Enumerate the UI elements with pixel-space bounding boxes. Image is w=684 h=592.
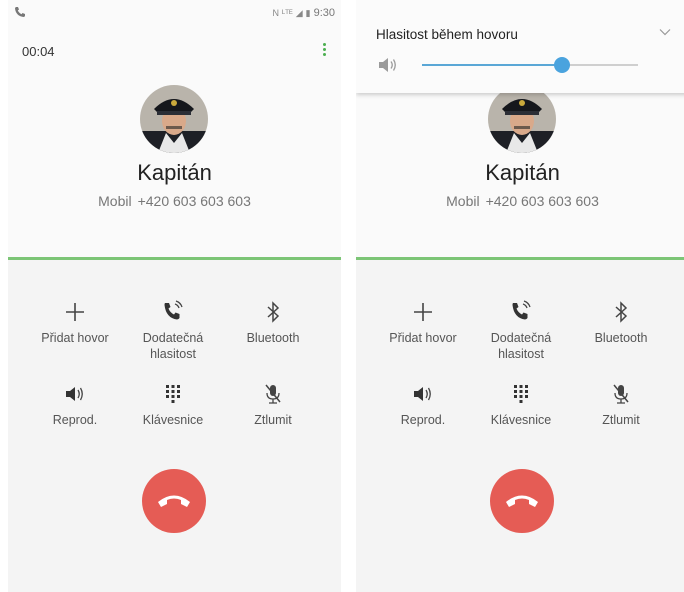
end-call-button[interactable] [142, 469, 206, 533]
mute-label: Ztlumit [602, 413, 640, 427]
status-bar: N ᴸᵀᴱ ◢ ▮ 9:30 [8, 0, 341, 20]
lte-icon: ᴸᵀᴱ [281, 8, 293, 18]
extra-volume-label: Dodatečná hlasitost [490, 331, 552, 361]
hang-up-icon [158, 495, 190, 507]
speaker-icon [66, 387, 83, 401]
volume-panel-title: Hlasitost během hovoru [376, 27, 518, 42]
status-time: 9:30 [313, 7, 335, 19]
add-call-button[interactable]: Přidat hovor [30, 298, 120, 346]
bluetooth-icon [267, 301, 280, 323]
call-screen-left: N ᴸᵀᴱ ◢ ▮ 9:30 00:04 Kapitán Mobil +420 6… [8, 0, 341, 592]
contact-avatar [488, 85, 556, 153]
bluetooth-button[interactable]: Bluetooth [576, 298, 666, 346]
status-icons: N ᴸᵀᴱ ◢ ▮ 9:30 [272, 7, 335, 19]
hang-up-icon [506, 495, 538, 507]
divider-line [356, 257, 684, 260]
number-type-label: Mobil [98, 193, 132, 209]
bluetooth-label: Bluetooth [246, 331, 300, 345]
bluetooth-button[interactable]: Bluetooth [228, 298, 318, 346]
signal-icon: ◢ [295, 7, 303, 18]
call-screen-right: Kapitán Mobil +420 603 603 603 Přidat hov… [356, 0, 684, 592]
keypad-icon [514, 385, 528, 403]
contact-name: Kapitán [485, 160, 560, 185]
contact-number-row: Mobil +420 603 603 603 [356, 193, 684, 209]
add-call-label: Přidat hovor [389, 331, 457, 345]
mute-button[interactable]: Ztlumit [576, 380, 666, 428]
call-timer: 00:04 [22, 44, 55, 59]
speaker-button[interactable]: Reprod. [378, 380, 468, 428]
keypad-label: Klávesnice [142, 413, 204, 427]
volume-slider-thumb[interactable] [554, 57, 571, 73]
microphone-off-icon [265, 384, 281, 404]
plus-icon [414, 303, 432, 321]
nfc-icon: N [272, 8, 279, 18]
keypad-icon [166, 385, 180, 403]
speaker-icon [414, 387, 431, 401]
end-call-button[interactable] [490, 469, 554, 533]
phone-volume-icon [512, 300, 531, 320]
speaker-label: Reprod. [400, 413, 446, 427]
add-call-label: Přidat hovor [41, 331, 109, 345]
bluetooth-label: Bluetooth [594, 331, 648, 345]
chevron-down-icon[interactable] [659, 28, 671, 36]
speaker-button[interactable]: Reprod. [30, 380, 120, 428]
extra-volume-label: Dodatečná hlasitost [142, 331, 204, 361]
keypad-button[interactable]: Klávesnice [476, 380, 566, 428]
divider-line [8, 257, 341, 260]
mute-label: Ztlumit [254, 413, 292, 427]
extra-volume-button[interactable]: Dodatečná hlasitost [476, 298, 566, 362]
extra-volume-button[interactable]: Dodatečná hlasitost [128, 298, 218, 362]
microphone-off-icon [613, 384, 629, 404]
phone-number: +420 603 603 603 [137, 193, 251, 209]
contact-avatar [140, 85, 208, 153]
keypad-label: Klávesnice [490, 413, 552, 427]
volume-slider-track[interactable] [422, 57, 638, 73]
contact-name: Kapitán [137, 160, 212, 185]
contact-number-row: Mobil +420 603 603 603 [8, 193, 341, 209]
phone-volume-icon [164, 300, 183, 320]
keypad-button[interactable]: Klávesnice [128, 380, 218, 428]
mute-button[interactable]: Ztlumit [228, 380, 318, 428]
in-call-volume-panel: Hlasitost během hovoru [356, 0, 684, 93]
more-options-icon[interactable] [321, 42, 327, 58]
speaker-volume-icon [379, 58, 396, 72]
battery-icon: ▮ [305, 7, 311, 18]
number-type-label: Mobil [446, 193, 480, 209]
speaker-label: Reprod. [52, 413, 98, 427]
volume-slider-fill [422, 64, 563, 66]
add-call-button[interactable]: Přidat hovor [378, 298, 468, 346]
phone-call-status-icon [15, 7, 25, 17]
phone-number: +420 603 603 603 [485, 193, 599, 209]
plus-icon [66, 303, 84, 321]
bluetooth-icon [615, 301, 628, 323]
